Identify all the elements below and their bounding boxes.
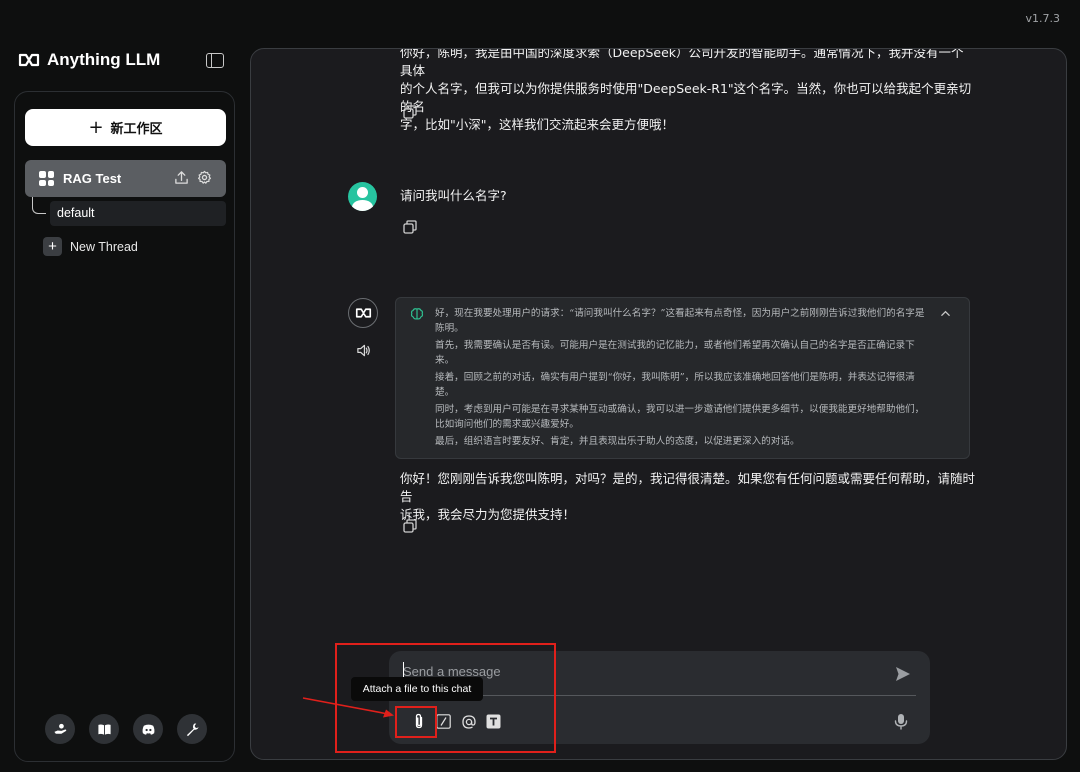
thought-paragraph: 首先，我需要确认是否有误。可能用户是在测试我的记忆能力，或者他们希望再次确认自己… bbox=[435, 340, 915, 366]
prev-assistant-line: 你好，陈明，我是由中国的深度求索（DeepSeek）公司开发的智能助手。通常情况… bbox=[400, 48, 964, 78]
prev-assistant-message: 你好，陈明，我是由中国的深度求索（DeepSeek）公司开发的智能助手。通常情况… bbox=[400, 48, 975, 134]
assistant-avatar bbox=[348, 298, 378, 328]
anything-llm-logo-icon bbox=[18, 53, 40, 67]
assistant-reply-line: 你好！您刚刚告诉我您叫陈明，对吗？是的，我记得很清楚。如果您有任何问题或需要任何… bbox=[400, 471, 976, 504]
annotation-arrow-icon bbox=[302, 697, 394, 718]
speaker-icon[interactable] bbox=[356, 343, 371, 358]
wrench-settings-icon[interactable] bbox=[177, 714, 207, 744]
gear-icon[interactable] bbox=[197, 170, 212, 185]
anything-llm-logo-icon bbox=[355, 308, 371, 318]
workspace-grid-icon bbox=[39, 171, 54, 186]
microphone-icon[interactable] bbox=[893, 713, 909, 730]
thought-paragraph: 同时，考虑到用户可能是在寻求某种互动或确认，我可以进一步邀请他们提供更多细节，以… bbox=[435, 404, 925, 430]
thought-paragraph: 好，现在我要处理用户的请求：“请问我叫什么名字？”这看起来有点奇怪，因为用户之前… bbox=[435, 308, 925, 334]
user-message: 请问我叫什么名字? bbox=[400, 188, 507, 203]
thought-panel: 好，现在我要处理用户的请求：“请问我叫什么名字？”这看起来有点奇怪，因为用户之前… bbox=[395, 297, 970, 459]
thought-paragraph: 接着，回顾之前的对话，确实有用户提到“你好，我叫陈明”，所以我应该准确地回答他们… bbox=[435, 372, 915, 398]
workspace-item-rag-test[interactable]: RAG Test bbox=[25, 160, 226, 197]
send-icon[interactable] bbox=[894, 665, 912, 683]
thread-connector bbox=[32, 197, 46, 214]
brand-logo: Anything LLM bbox=[18, 50, 160, 70]
new-thread-button[interactable]: + New Thread bbox=[43, 237, 138, 256]
copy-icon[interactable] bbox=[403, 519, 417, 533]
copy-icon[interactable] bbox=[403, 105, 417, 119]
annotation-highlight-paperclip bbox=[395, 706, 437, 738]
docs-book-icon[interactable] bbox=[89, 714, 119, 744]
sidebar-toggle-icon[interactable] bbox=[206, 53, 224, 68]
user-avatar bbox=[348, 182, 377, 211]
discord-icon[interactable] bbox=[133, 714, 163, 744]
new-workspace-label: 新工作区 bbox=[110, 122, 163, 137]
chevron-up-icon[interactable] bbox=[940, 308, 951, 319]
plus-icon: + bbox=[43, 237, 62, 256]
prev-assistant-line: 的个人名字，但我可以为你提供服务时使用"DeepSeek-R1"这个名字。当然，… bbox=[400, 81, 972, 114]
thread-item-default[interactable]: default bbox=[50, 201, 226, 226]
new-workspace-button[interactable]: + 新工作区 bbox=[25, 109, 226, 146]
community-hand-icon[interactable] bbox=[45, 714, 75, 744]
assistant-reply-line: 诉我，我会尽力为您提供支持！ bbox=[400, 507, 576, 522]
copy-icon[interactable] bbox=[403, 220, 417, 234]
assistant-reply: 你好！您刚刚告诉我您叫陈明，对吗？是的，我记得很清楚。如果您有任何问题或需要任何… bbox=[400, 470, 975, 524]
version-label: v1.7.3 bbox=[1025, 12, 1061, 25]
prev-assistant-line: 字，比如"小深"，这样我们交流起来会更方便哦！ bbox=[400, 117, 674, 132]
plus-icon: + bbox=[88, 116, 104, 138]
workspace-name: RAG Test bbox=[63, 171, 122, 186]
thought-paragraph: 最后，组织语言时要友好、肯定，并且表现出乐于助人的态度，以促进更深入的对话。 bbox=[435, 436, 800, 447]
brand-name: Anything LLM bbox=[47, 50, 161, 69]
brain-icon bbox=[410, 308, 424, 320]
sidebar: + 新工作区 RAG Test default + New Thread bbox=[14, 91, 235, 762]
new-thread-label: New Thread bbox=[70, 239, 138, 254]
upload-icon[interactable] bbox=[174, 170, 189, 185]
